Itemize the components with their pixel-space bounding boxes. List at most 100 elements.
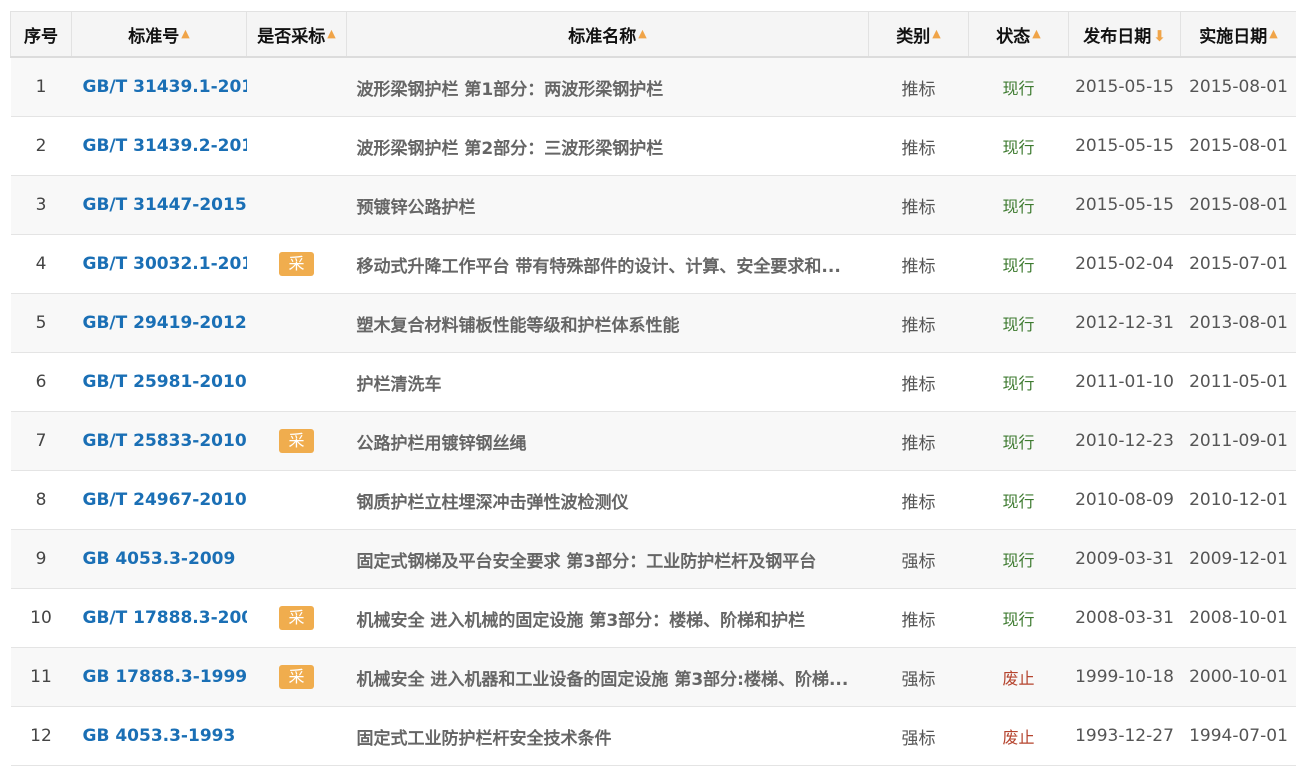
standard-code-link[interactable]: GB/T 31439.2-2015 (83, 136, 247, 156)
table-row: 10 GB/T 17888.3-2008 采 机械安全 进入机械的固定设施 第3部分：… (10, 588, 1296, 648)
standard-code-link[interactable]: GB/T 24967-2010 (83, 490, 247, 510)
standards-table: 序号 标准号 ▲ 是否采标 ▲ 标准名称 ▲ 类别 ▲ 状态 ▲ 发布日期 ⬇ 实施日期 ▲ … (10, 11, 1296, 766)
standard-code-link[interactable]: GB/T 17888.3-2008 (83, 608, 247, 628)
table-header-row: 序号 标准号 ▲ 是否采标 ▲ 标准名称 ▲ 类别 ▲ 状态 ▲ 发布日期 ⬇ 实施日期 ▲ (10, 11, 1296, 58)
table-body: 1GB/T 31439.1-2015波形梁钢护栏 第1部分：两波形梁钢护栏推标现… (10, 57, 1296, 766)
cell-code: GB/T 29419-2012 (71, 293, 247, 353)
cell-name: 机械安全 进入机器和工业设备的固定设施 第3部分:楼梯、阶梯... (346, 647, 869, 707)
cell-publish-date: 1999-10-18 (1068, 647, 1181, 707)
standard-code-link[interactable]: GB/T 30032.1-2015 (83, 254, 247, 274)
cell-publish-date: 2015-05-15 (1068, 57, 1181, 117)
cell-category: 推标 (868, 175, 969, 235)
cell-seq: 8 (10, 470, 72, 530)
adopt-badge: 采 (279, 665, 314, 689)
header-adopt[interactable]: 是否采标 ▲ (246, 11, 347, 58)
cell-implement-date: 2015-08-01 (1180, 57, 1296, 117)
header-status[interactable]: 状态 ▲ (968, 11, 1069, 58)
header-publish-date-label: 发布日期 (1083, 26, 1152, 47)
header-code[interactable]: 标准号 ▲ (71, 11, 247, 58)
standard-code-link[interactable]: GB/T 31447-2015 (83, 195, 247, 215)
standard-code-link[interactable]: GB/T 31439.1-2015 (83, 77, 247, 97)
cell-status: 现行 (968, 57, 1069, 117)
sort-asc-icon[interactable]: ▲ (1269, 27, 1277, 40)
table-row: 8 GB/T 24967-2010 钢质护栏立柱埋深冲击弹性波检测仪 推标 现行 2010… (10, 470, 1296, 530)
table-row: 11 GB 17888.3-1999 采 机械安全 进入机器和工业设备的固定设施 第3… (10, 647, 1296, 707)
standard-code-link[interactable]: GB/T 25981-2010 (83, 372, 247, 392)
cell-status: 现行 (968, 175, 1069, 235)
cell-category: 推标 (868, 470, 969, 530)
header-name-label: 标准名称 (568, 26, 637, 47)
cell-adopt (246, 706, 347, 766)
sort-asc-icon[interactable]: ▲ (1032, 27, 1040, 40)
header-publish-date[interactable]: 发布日期 ⬇ (1068, 11, 1181, 58)
sort-desc-icon[interactable]: ⬇ (1153, 27, 1166, 45)
cell-adopt: 采 (246, 588, 347, 648)
cell-implement-date: 2011-09-01 (1180, 411, 1296, 471)
cell-seq: 9 (10, 529, 72, 589)
header-name[interactable]: 标准名称 ▲ (346, 11, 869, 58)
cell-name: 波形梁钢护栏 第1部分：两波形梁钢护栏 (346, 57, 869, 117)
cell-seq: 1 (10, 57, 72, 117)
cell-adopt: 采 (246, 647, 347, 707)
header-category[interactable]: 类别 ▲ (868, 11, 969, 58)
cell-name: 波形梁钢护栏 第2部分：三波形梁钢护栏 (346, 116, 869, 176)
sort-asc-icon[interactable]: ▲ (327, 27, 335, 40)
cell-adopt: 采 (246, 411, 347, 471)
cell-code: GB 4053.3-2009 (71, 529, 247, 589)
standard-code-link[interactable]: GB/T 25833-2010 (83, 431, 247, 451)
cell-category: 强标 (868, 647, 969, 707)
cell-category: 强标 (868, 706, 969, 766)
cell-category: 推标 (868, 116, 969, 176)
standard-code-link[interactable]: GB/T 29419-2012 (83, 313, 247, 333)
cell-publish-date: 1993-12-27 (1068, 706, 1181, 766)
sort-asc-icon[interactable]: ▲ (932, 27, 940, 40)
header-adopt-label: 是否采标 (257, 26, 326, 47)
table-row: 6 GB/T 25981-2010 护栏清洗车 推标 现行 2011-01-10 2011-… (10, 352, 1296, 412)
sort-asc-icon[interactable]: ▲ (638, 27, 646, 40)
cell-seq: 10 (10, 588, 72, 648)
cell-implement-date: 2009-12-01 (1180, 529, 1296, 589)
table-row: 1 GB/T 31439.1-2015 波形梁钢护栏 第1部分：两波形梁钢护栏推标现… (10, 57, 1296, 117)
cell-status: 废止 (968, 647, 1069, 707)
cell-publish-date: 2010-12-23 (1068, 411, 1181, 471)
cell-category: 推标 (868, 234, 969, 294)
cell-implement-date: 2013-08-01 (1180, 293, 1296, 353)
cell-status: 现行 (968, 411, 1069, 471)
cell-adopt: 采 (246, 234, 347, 294)
cell-code: GB 17888.3-1999 (71, 647, 247, 707)
header-implement-date[interactable]: 实施日期 ▲ (1180, 11, 1296, 58)
cell-code: GB/T 17888.3-2008 (71, 588, 247, 648)
cell-code: GB 4053.3-1993 (71, 706, 247, 766)
table-row: 9 GB 4053.3-2009 固定式钢梯及平台安全要求 第3部分：工业防护栏杆及… (10, 529, 1296, 589)
cell-implement-date: 2015-08-01 (1180, 175, 1296, 235)
cell-publish-date: 2011-01-10 (1068, 352, 1181, 412)
cell-name: 固定式钢梯及平台安全要求 第3部分：工业防护栏杆及钢平台 (346, 529, 869, 589)
sort-asc-icon[interactable]: ▲ (181, 27, 189, 40)
cell-adopt (246, 470, 347, 530)
cell-name: 固定式工业防护栏杆安全技术条件 (346, 706, 869, 766)
cell-seq: 5 (10, 293, 72, 353)
cell-publish-date: 2015-05-15 (1068, 116, 1181, 176)
table-row: 5 GB/T 29419-2012 塑木复合材料铺板性能等级和护栏体系性能 推标 现行 2… (10, 293, 1296, 353)
cell-implement-date: 2010-12-01 (1180, 470, 1296, 530)
standard-code-link[interactable]: GB 4053.3-1993 (83, 726, 236, 746)
standard-code-link[interactable]: GB 4053.3-2009 (83, 549, 236, 569)
cell-name: 机械安全 进入机械的固定设施 第3部分：楼梯、阶梯和护栏 (346, 588, 869, 648)
cell-category: 强标 (868, 529, 969, 589)
cell-category: 推标 (868, 352, 969, 412)
cell-name: 钢质护栏立柱埋深冲击弹性波检测仪 (346, 470, 869, 530)
cell-publish-date: 2008-03-31 (1068, 588, 1181, 648)
cell-code: GB/T 31439.2-2015 (71, 116, 247, 176)
cell-name: 移动式升降工作平台 带有特殊部件的设计、计算、安全要求和... (346, 234, 869, 294)
cell-implement-date: 2015-07-01 (1180, 234, 1296, 294)
table-row: 2 GB/T 31439.2-2015 波形梁钢护栏 第2部分：三波形梁钢护栏推标现… (10, 116, 1296, 176)
cell-code: GB/T 24967-2010 (71, 470, 247, 530)
cell-name: 预镀锌公路护栏 (346, 175, 869, 235)
header-category-label: 类别 (896, 26, 931, 47)
standard-code-link[interactable]: GB 17888.3-1999 (83, 667, 247, 687)
cell-implement-date: 1994-07-01 (1180, 706, 1296, 766)
cell-adopt (246, 175, 347, 235)
cell-status: 现行 (968, 529, 1069, 589)
cell-category: 推标 (868, 293, 969, 353)
adopt-badge: 采 (279, 606, 314, 630)
